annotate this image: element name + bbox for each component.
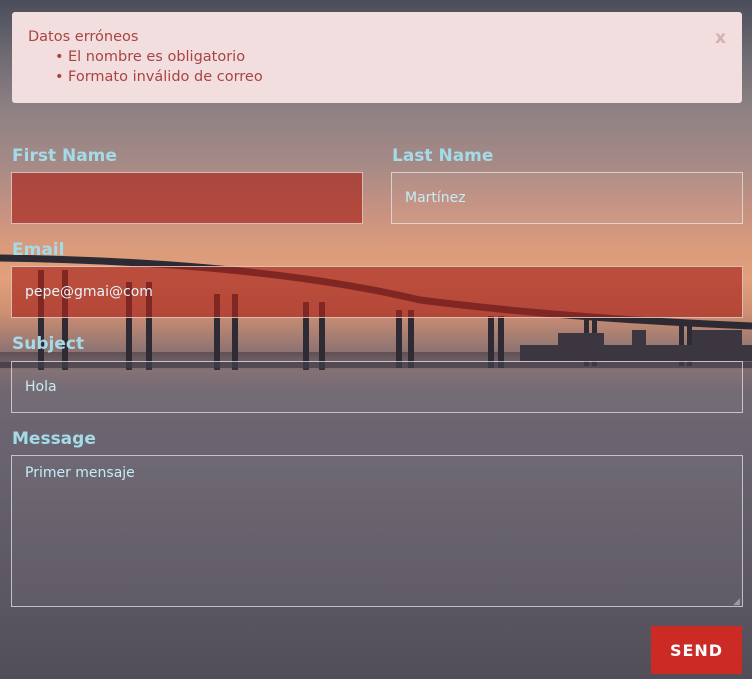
- message-textarea[interactable]: Primer mensaje: [11, 455, 743, 607]
- close-alert-button[interactable]: x: [715, 28, 726, 48]
- error-item: El nombre es obligatorio: [55, 47, 726, 67]
- error-item: Formato inválido de correo: [55, 67, 726, 87]
- first-name-input[interactable]: [11, 172, 363, 224]
- subject-label: Subject: [12, 334, 85, 354]
- send-button[interactable]: SEND: [651, 626, 742, 674]
- message-label: Message: [12, 429, 96, 449]
- alert-title: Datos erróneos: [28, 29, 139, 45]
- first-name-label: First Name: [12, 146, 117, 166]
- resize-handle-icon[interactable]: ◢: [733, 597, 740, 607]
- email-input[interactable]: [11, 266, 743, 318]
- email-label: Email: [12, 240, 65, 260]
- last-name-label: Last Name: [392, 146, 494, 166]
- last-name-input[interactable]: [391, 172, 743, 224]
- error-list: El nombre es obligatorio Formato inválid…: [28, 47, 726, 87]
- error-alert: Datos erróneos El nombre es obligatorio …: [12, 12, 742, 103]
- subject-input[interactable]: [11, 361, 743, 413]
